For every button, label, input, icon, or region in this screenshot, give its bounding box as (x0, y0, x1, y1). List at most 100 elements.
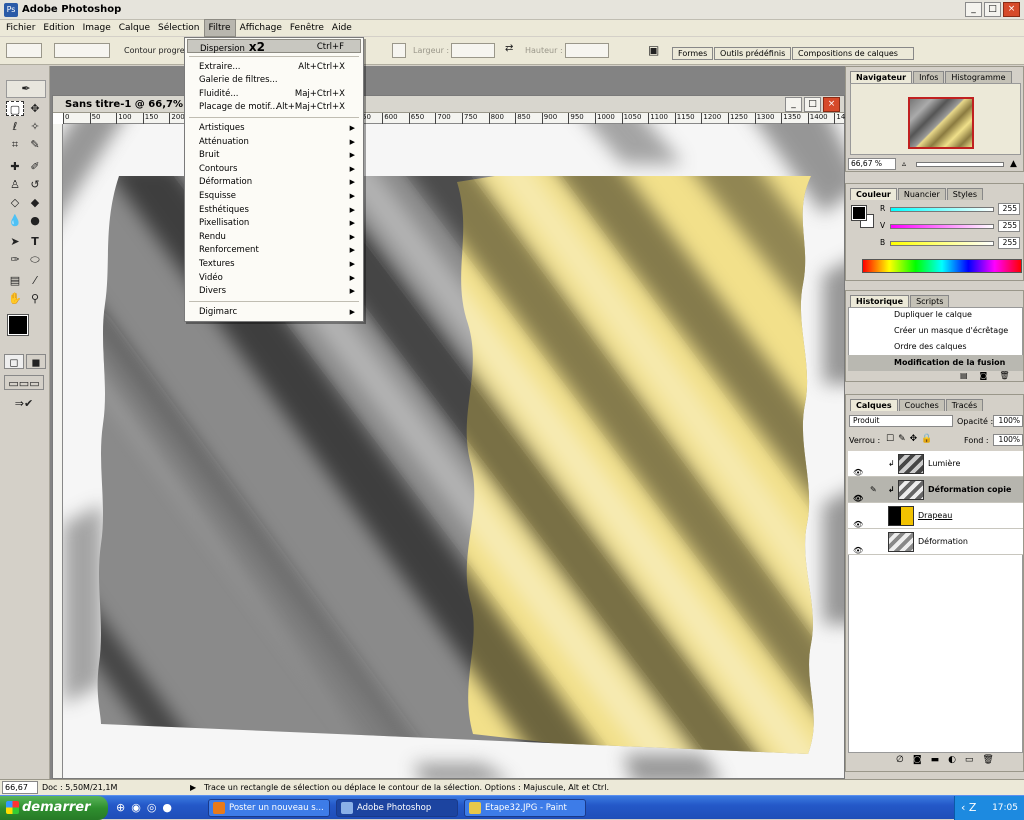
eyedropper-icon[interactable]: ⁄ (26, 273, 44, 288)
move-tool-icon[interactable]: ✥ (26, 101, 44, 116)
well-compositions[interactable]: Compositions de calques (792, 47, 914, 60)
menu-aide[interactable]: Aide (328, 20, 356, 36)
submenu-item[interactable]: Contours ▶ (187, 162, 361, 176)
tab-infos[interactable]: Infos (913, 71, 945, 83)
shape-tool-icon[interactable]: ⬭ (26, 252, 44, 267)
r-slider[interactable] (890, 207, 994, 212)
submenu-item[interactable]: Divers ▶ (187, 284, 361, 298)
brush-tool-icon[interactable]: ✐ (26, 159, 44, 174)
submenu-item[interactable]: Esquisse ▶ (187, 189, 361, 203)
type-tool-icon[interactable]: T (26, 234, 44, 249)
image-canvas[interactable] (63, 124, 844, 778)
menu-filtre[interactable]: Filtre (203, 19, 236, 37)
tab-scripts[interactable]: Scripts (910, 295, 950, 307)
tab-calques[interactable]: Calques (850, 399, 898, 411)
clone-stamp-icon[interactable]: ♙ (6, 177, 24, 192)
screen-mode-icons[interactable]: ▭▭▭ (4, 375, 44, 390)
b-value[interactable]: 255 (998, 237, 1020, 249)
quick-mask-icon[interactable]: ◼ (26, 354, 46, 369)
v-slider[interactable] (890, 224, 994, 229)
navigator-zoom-slider[interactable] (916, 162, 1004, 167)
feather-icon[interactable]: ✒ (6, 80, 46, 98)
blend-mode-select[interactable]: Produit (849, 415, 953, 427)
history-brush-icon[interactable]: ↺ (26, 177, 44, 192)
tab-couleur[interactable]: Couleur (850, 188, 897, 200)
tab-histogramme[interactable]: Histogramme (945, 71, 1012, 83)
menu-fichier[interactable]: Fichier (2, 20, 39, 36)
foreground-color-swatch[interactable] (7, 314, 29, 336)
layer-row-selected[interactable]: 👁 ✎ ↲ Déformation copie (848, 477, 1023, 503)
swap-icon[interactable]: ⇄ (505, 43, 513, 54)
submenu-item[interactable]: Esthétiques ▶ (187, 203, 361, 217)
palette-well-icon[interactable]: ▣ (648, 43, 659, 57)
submenu-item[interactable]: Déformation ▶ (187, 175, 361, 189)
submenu-item[interactable]: Artistiques ▶ (187, 121, 361, 135)
opacity-field[interactable]: 100% (993, 415, 1023, 427)
menu-item[interactable]: Extraire... Alt+Ctrl+X (187, 60, 361, 74)
paint-bucket-icon[interactable]: ◆ (26, 195, 44, 210)
tab-couches[interactable]: Couches (898, 399, 945, 411)
standard-mode-icon[interactable]: ◻ (4, 354, 24, 369)
submenu-item[interactable]: Atténuation ▶ (187, 135, 361, 149)
slice-tool-icon[interactable]: ✎ (26, 137, 44, 152)
history-item[interactable]: Dupliquer le calque (848, 307, 1023, 323)
submenu-item[interactable]: Textures ▶ (187, 257, 361, 271)
menu-affichage[interactable]: Affichage (236, 20, 286, 36)
submenu-item[interactable]: Renforcement ▶ (187, 243, 361, 257)
tab-styles[interactable]: Styles (946, 188, 983, 200)
b-slider[interactable] (890, 241, 994, 246)
eye-icon[interactable]: 👁 (853, 538, 863, 564)
zoom-tool-icon[interactable]: ⚲ (26, 291, 44, 306)
color-fg-swatch[interactable] (851, 205, 867, 221)
tab-nuancier[interactable]: Nuancier (897, 188, 946, 200)
navigator-thumbnail[interactable] (908, 97, 974, 149)
zoom-in-icon[interactable]: ▲ (1010, 159, 1017, 169)
menu-item-dispersion[interactable]: Dispersion x2 Ctrl+F (187, 39, 361, 54)
tab-navigateur[interactable]: Navigateur (850, 71, 913, 83)
menu-image[interactable]: Image (79, 20, 115, 36)
quicklaunch-icons[interactable]: ⊕◉◎● (116, 801, 178, 814)
menu-fenetre[interactable]: Fenêtre (286, 20, 328, 36)
start-button[interactable]: demarrer (0, 796, 108, 820)
tab-historique[interactable]: Historique (850, 295, 910, 307)
color-spectrum-bar[interactable] (862, 259, 1022, 273)
pen-tool-icon[interactable]: ✑ (6, 252, 24, 267)
well-outils-predefinis[interactable]: Outils prédéfinis (714, 47, 792, 60)
doc-minimize-button[interactable]: _ (785, 97, 802, 112)
menu-calque[interactable]: Calque (115, 20, 154, 36)
menu-item[interactable]: Fluidité... Maj+Ctrl+X (187, 87, 361, 101)
menu-edition[interactable]: Edition (39, 20, 78, 36)
submenu-item[interactable]: Vidéo ▶ (187, 271, 361, 285)
v-value[interactable]: 255 (998, 220, 1020, 232)
submenu-item[interactable]: Bruit ▶ (187, 148, 361, 162)
largeur-input[interactable] (451, 43, 495, 58)
r-value[interactable]: 255 (998, 203, 1020, 215)
notes-tool-icon[interactable]: ▤ (6, 273, 24, 288)
path-selection-icon[interactable]: ➤ (6, 234, 24, 249)
status-arrow-icon[interactable]: ▶ (190, 780, 196, 795)
submenu-item[interactable]: Rendu ▶ (187, 230, 361, 244)
doc-maximize-button[interactable]: □ (804, 97, 821, 112)
menu-item[interactable]: Galerie de filtres... (187, 73, 361, 87)
tray-icons[interactable]: ‹ Z (961, 796, 976, 820)
lock-icons[interactable]: ☐✎✥🔒 (886, 434, 936, 444)
blur-tool-icon[interactable]: 💧 (6, 213, 24, 228)
task-paint[interactable]: Etape32.JPG - Paint (464, 799, 586, 817)
hand-tool-icon[interactable]: ✋ (6, 291, 24, 306)
minimize-button[interactable]: _ (965, 2, 982, 17)
tab-traces[interactable]: Tracés (945, 399, 984, 411)
layer-row[interactable]: 👁 Drapeau (848, 503, 1023, 529)
task-poster[interactable]: Poster un nouveau s... (208, 799, 330, 817)
dodge-tool-icon[interactable]: ● (26, 213, 44, 228)
close-button[interactable]: × (1003, 2, 1020, 17)
layer-buttons[interactable]: ∅◙▬◐▭🗑 (896, 755, 1003, 765)
menu-selection[interactable]: Sélection (154, 20, 203, 36)
well-formes[interactable]: Formes (672, 47, 714, 60)
tool-preset-picker[interactable] (6, 43, 42, 58)
history-item[interactable]: Créer un masque d'écrêtage (848, 323, 1023, 339)
history-item[interactable]: Ordre des calques (848, 339, 1023, 355)
fill-field[interactable]: 100% (993, 434, 1023, 446)
menu-item[interactable]: Placage de motif... Alt+Maj+Ctrl+X (187, 100, 361, 114)
lasso-tool-icon[interactable]: ℓ (6, 119, 24, 134)
layer-row[interactable]: 👁 ↲ Lumière (848, 451, 1023, 477)
